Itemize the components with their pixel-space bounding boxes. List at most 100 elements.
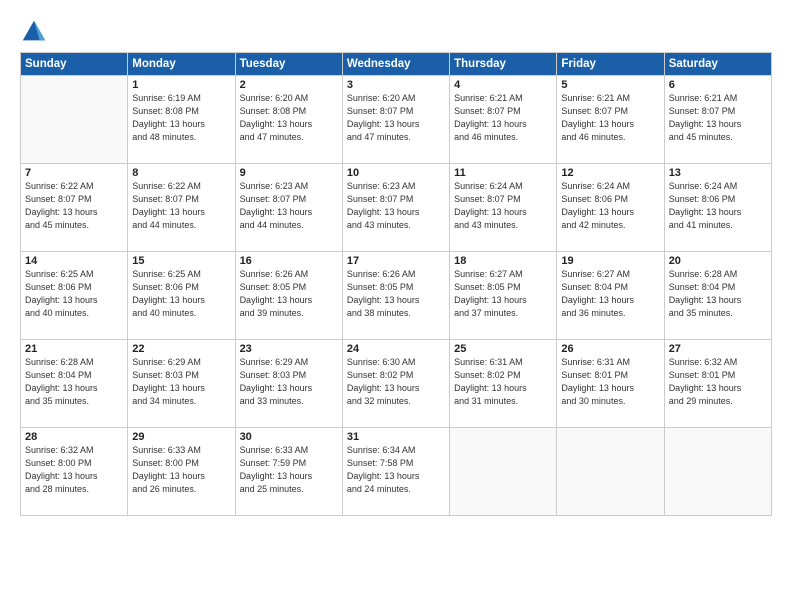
day-info: Sunrise: 6:25 AM Sunset: 8:06 PM Dayligh… xyxy=(25,268,123,320)
day-number: 28 xyxy=(25,431,123,443)
day-info: Sunrise: 6:28 AM Sunset: 8:04 PM Dayligh… xyxy=(669,268,767,320)
day-number: 9 xyxy=(240,167,338,179)
day-info: Sunrise: 6:20 AM Sunset: 8:07 PM Dayligh… xyxy=(347,92,445,144)
day-number: 23 xyxy=(240,343,338,355)
calendar-cell: 3Sunrise: 6:20 AM Sunset: 8:07 PM Daylig… xyxy=(342,76,449,164)
calendar-cell: 10Sunrise: 6:23 AM Sunset: 8:07 PM Dayli… xyxy=(342,164,449,252)
calendar-cell: 27Sunrise: 6:32 AM Sunset: 8:01 PM Dayli… xyxy=(664,340,771,428)
calendar-week-row: 14Sunrise: 6:25 AM Sunset: 8:06 PM Dayli… xyxy=(21,252,772,340)
day-info: Sunrise: 6:23 AM Sunset: 8:07 PM Dayligh… xyxy=(240,180,338,232)
day-info: Sunrise: 6:24 AM Sunset: 8:06 PM Dayligh… xyxy=(669,180,767,232)
calendar-week-row: 7 Sunrise: 6:22 AM Sunset: 8:07 PM Daylig… xyxy=(21,164,772,252)
day-number: 16 xyxy=(240,255,338,267)
calendar-week-row: 21Sunrise: 6:28 AM Sunset: 8:04 PM Dayli… xyxy=(21,340,772,428)
calendar-cell: 18Sunrise: 6:27 AM Sunset: 8:05 PM Dayli… xyxy=(450,252,557,340)
calendar-header-saturday: Saturday xyxy=(664,53,771,76)
calendar-cell: 11Sunrise: 6:24 AM Sunset: 8:07 PM Dayli… xyxy=(450,164,557,252)
calendar-header-sunday: Sunday xyxy=(21,53,128,76)
day-number: 1 xyxy=(132,79,230,91)
day-number: 14 xyxy=(25,255,123,267)
calendar-cell: 14Sunrise: 6:25 AM Sunset: 8:06 PM Dayli… xyxy=(21,252,128,340)
calendar-cell: 28Sunrise: 6:32 AM Sunset: 8:00 PM Dayli… xyxy=(21,428,128,516)
calendar-cell xyxy=(664,428,771,516)
calendar-cell: 6Sunrise: 6:21 AM Sunset: 8:07 PM Daylig… xyxy=(664,76,771,164)
day-info: Sunrise: 6:25 AM Sunset: 8:06 PM Dayligh… xyxy=(132,268,230,320)
day-info: Sunrise: 6:31 AM Sunset: 8:02 PM Dayligh… xyxy=(454,356,552,408)
day-info: Sunrise: 6:30 AM Sunset: 8:02 PM Dayligh… xyxy=(347,356,445,408)
day-number: 13 xyxy=(669,167,767,179)
day-number: 27 xyxy=(669,343,767,355)
day-number: 21 xyxy=(25,343,123,355)
calendar-cell xyxy=(21,76,128,164)
day-number: 30 xyxy=(240,431,338,443)
calendar-cell: 15Sunrise: 6:25 AM Sunset: 8:06 PM Dayli… xyxy=(128,252,235,340)
day-info: Sunrise: 6:33 AM Sunset: 8:00 PM Dayligh… xyxy=(132,444,230,496)
calendar-cell: 30Sunrise: 6:33 AM Sunset: 7:59 PM Dayli… xyxy=(235,428,342,516)
day-number: 26 xyxy=(561,343,659,355)
calendar-header-friday: Friday xyxy=(557,53,664,76)
day-info: Sunrise: 6:26 AM Sunset: 8:05 PM Dayligh… xyxy=(240,268,338,320)
day-info: Sunrise: 6:22 AM Sunset: 8:07 PM Dayligh… xyxy=(132,180,230,232)
day-info: Sunrise: 6:26 AM Sunset: 8:05 PM Dayligh… xyxy=(347,268,445,320)
day-number: 8 xyxy=(132,167,230,179)
calendar-week-row: 28Sunrise: 6:32 AM Sunset: 8:00 PM Dayli… xyxy=(21,428,772,516)
day-info: Sunrise: 6:21 AM Sunset: 8:07 PM Dayligh… xyxy=(669,92,767,144)
calendar-cell: 20Sunrise: 6:28 AM Sunset: 8:04 PM Dayli… xyxy=(664,252,771,340)
day-info: Sunrise: 6:27 AM Sunset: 8:04 PM Dayligh… xyxy=(561,268,659,320)
day-number: 4 xyxy=(454,79,552,91)
day-info: Sunrise: 6:32 AM Sunset: 8:00 PM Dayligh… xyxy=(25,444,123,496)
calendar-week-row: 1Sunrise: 6:19 AM Sunset: 8:08 PM Daylig… xyxy=(21,76,772,164)
calendar-cell: 29Sunrise: 6:33 AM Sunset: 8:00 PM Dayli… xyxy=(128,428,235,516)
calendar-cell: 13Sunrise: 6:24 AM Sunset: 8:06 PM Dayli… xyxy=(664,164,771,252)
calendar-cell: 2Sunrise: 6:20 AM Sunset: 8:08 PM Daylig… xyxy=(235,76,342,164)
calendar-cell: 9Sunrise: 6:23 AM Sunset: 8:07 PM Daylig… xyxy=(235,164,342,252)
day-info: Sunrise: 6:27 AM Sunset: 8:05 PM Dayligh… xyxy=(454,268,552,320)
calendar-cell: 7Sunrise: 6:22 AM Sunset: 8:07 PM Daylig… xyxy=(21,164,128,252)
calendar-cell xyxy=(450,428,557,516)
day-number: 5 xyxy=(561,79,659,91)
day-info: Sunrise: 6:23 AM Sunset: 8:07 PM Dayligh… xyxy=(347,180,445,232)
logo-icon xyxy=(20,18,48,46)
calendar-cell: 26Sunrise: 6:31 AM Sunset: 8:01 PM Dayli… xyxy=(557,340,664,428)
day-info: Sunrise: 6:34 AM Sunset: 7:58 PM Dayligh… xyxy=(347,444,445,496)
calendar-cell: 17Sunrise: 6:26 AM Sunset: 8:05 PM Dayli… xyxy=(342,252,449,340)
day-info: Sunrise: 6:24 AM Sunset: 8:06 PM Dayligh… xyxy=(561,180,659,232)
calendar-table: SundayMondayTuesdayWednesdayThursdayFrid… xyxy=(20,52,772,516)
logo xyxy=(20,18,50,46)
day-number: 2 xyxy=(240,79,338,91)
day-number: 19 xyxy=(561,255,659,267)
calendar-cell: 31Sunrise: 6:34 AM Sunset: 7:58 PM Dayli… xyxy=(342,428,449,516)
calendar-header-row: SundayMondayTuesdayWednesdayThursdayFrid… xyxy=(21,53,772,76)
day-info: Sunrise: 6:29 AM Sunset: 8:03 PM Dayligh… xyxy=(132,356,230,408)
day-number: 17 xyxy=(347,255,445,267)
day-number: 6 xyxy=(669,79,767,91)
calendar-header-thursday: Thursday xyxy=(450,53,557,76)
day-info: Sunrise: 6:28 AM Sunset: 8:04 PM Dayligh… xyxy=(25,356,123,408)
day-number: 24 xyxy=(347,343,445,355)
day-number: 25 xyxy=(454,343,552,355)
calendar-cell: 22Sunrise: 6:29 AM Sunset: 8:03 PM Dayli… xyxy=(128,340,235,428)
day-number: 31 xyxy=(347,431,445,443)
day-number: 11 xyxy=(454,167,552,179)
day-info: Sunrise: 6:21 AM Sunset: 8:07 PM Dayligh… xyxy=(561,92,659,144)
calendar-cell: 25Sunrise: 6:31 AM Sunset: 8:02 PM Dayli… xyxy=(450,340,557,428)
day-info: Sunrise: 6:20 AM Sunset: 8:08 PM Dayligh… xyxy=(240,92,338,144)
day-info: Sunrise: 6:31 AM Sunset: 8:01 PM Dayligh… xyxy=(561,356,659,408)
day-number: 22 xyxy=(132,343,230,355)
day-number: 15 xyxy=(132,255,230,267)
day-info: Sunrise: 6:32 AM Sunset: 8:01 PM Dayligh… xyxy=(669,356,767,408)
calendar-cell: 23Sunrise: 6:29 AM Sunset: 8:03 PM Dayli… xyxy=(235,340,342,428)
calendar-cell: 5Sunrise: 6:21 AM Sunset: 8:07 PM Daylig… xyxy=(557,76,664,164)
calendar-header-tuesday: Tuesday xyxy=(235,53,342,76)
header xyxy=(20,18,772,46)
calendar-cell xyxy=(557,428,664,516)
calendar-header-wednesday: Wednesday xyxy=(342,53,449,76)
day-number: 7 xyxy=(25,167,123,179)
day-number: 20 xyxy=(669,255,767,267)
calendar-cell: 21Sunrise: 6:28 AM Sunset: 8:04 PM Dayli… xyxy=(21,340,128,428)
day-number: 3 xyxy=(347,79,445,91)
calendar-cell: 12Sunrise: 6:24 AM Sunset: 8:06 PM Dayli… xyxy=(557,164,664,252)
day-number: 10 xyxy=(347,167,445,179)
day-info: Sunrise: 6:29 AM Sunset: 8:03 PM Dayligh… xyxy=(240,356,338,408)
calendar-cell: 24Sunrise: 6:30 AM Sunset: 8:02 PM Dayli… xyxy=(342,340,449,428)
